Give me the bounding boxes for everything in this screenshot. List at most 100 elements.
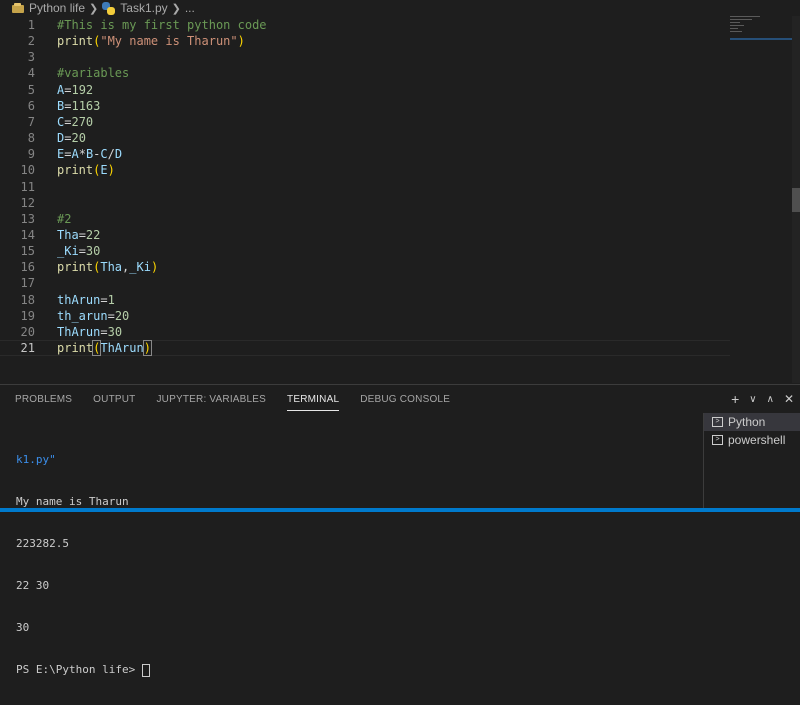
terminal-icon: >: [712, 435, 723, 445]
code-text: B=1163: [57, 98, 101, 113]
terminal-icon: >: [712, 417, 723, 427]
code-text: #2: [57, 211, 72, 226]
code-line[interactable]: 9 E=A*B-C/D: [0, 146, 730, 162]
line-number: 19: [20, 308, 35, 323]
code-line[interactable]: 8 D=20: [0, 130, 730, 146]
terminal-output[interactable]: k1.py" My name is Tharun 223282.5 22 30 …: [16, 425, 696, 705]
terminal-line: k1.py": [16, 453, 56, 466]
line-number: 18: [20, 292, 35, 307]
code-text: print("My name is Tharun"): [57, 34, 245, 49]
code-line[interactable]: 10 print(E): [0, 162, 730, 178]
code-text: D=20: [57, 131, 86, 146]
code-line[interactable]: 12: [0, 195, 730, 211]
line-number: 5: [27, 82, 35, 97]
terminal-item-powershell[interactable]: > powershell: [704, 431, 800, 449]
terminal-item-label: Python: [728, 415, 766, 429]
code-text: print(E): [57, 163, 115, 178]
breadcrumb-file[interactable]: Task1.py: [102, 1, 168, 15]
code-text: print(ThArun): [57, 340, 152, 356]
code-line[interactable]: 16 print(Tha,_Ki): [0, 259, 730, 275]
code-line[interactable]: 1 #This is my first python code: [0, 17, 730, 33]
terminal-cursor: [141, 663, 150, 677]
terminal-prompt: PS E:\Python life>: [16, 663, 142, 676]
bottom-panel: PROBLEMS OUTPUT JUPYTER: VARIABLES TERMI…: [0, 384, 800, 677]
terminal-line: 223282.5: [16, 537, 69, 550]
status-bar: [0, 508, 800, 512]
code-text: th_arun=20: [57, 308, 130, 323]
line-number: 16: [20, 260, 35, 275]
breadcrumb-folder-label: Python life: [29, 1, 86, 15]
code-line[interactable]: 13 #2: [0, 211, 730, 227]
python-file-icon: [102, 1, 116, 15]
minimap[interactable]: [730, 16, 792, 46]
breadcrumb-file-label: Task1.py: [120, 1, 168, 15]
line-number: 17: [20, 276, 35, 291]
code-line[interactable]: 6 B=1163: [0, 98, 730, 114]
line-number: 13: [20, 211, 35, 226]
line-number: 3: [27, 50, 35, 65]
tab-jupyter-variables[interactable]: JUPYTER: VARIABLES: [156, 385, 266, 415]
line-number: 15: [20, 244, 35, 259]
code-text: print(Tha,_Ki): [57, 260, 159, 275]
tab-debug-console[interactable]: DEBUG CONSOLE: [360, 385, 450, 415]
add-terminal-icon[interactable]: +: [731, 391, 739, 407]
line-number: 7: [27, 114, 35, 129]
minimap-viewport: [730, 38, 792, 40]
code-text: thArun=1: [57, 292, 115, 307]
breadcrumb-more[interactable]: ...: [185, 1, 195, 15]
terminal-line: 22 30: [16, 579, 50, 592]
code-line[interactable]: 19 th_arun=20: [0, 308, 730, 324]
code-line[interactable]: 4 #variables: [0, 65, 730, 81]
code-line[interactable]: 7 C=270: [0, 114, 730, 130]
line-number: 6: [27, 98, 35, 113]
line-number: 20: [20, 324, 35, 339]
code-line[interactable]: 20 ThArun=30: [0, 324, 730, 340]
close-panel-icon[interactable]: ✕: [784, 392, 794, 406]
terminal-line: My name is Tharun: [16, 495, 129, 508]
chevron-right-icon: ❯: [89, 2, 99, 15]
code-line[interactable]: 3: [0, 49, 730, 65]
code-text: #variables: [57, 66, 130, 81]
chevron-down-icon[interactable]: ∨: [749, 394, 756, 405]
line-number: 2: [27, 34, 35, 49]
code-line[interactable]: 21 print(ThArun): [0, 340, 730, 356]
editor-scrollbar-thumb[interactable]: [792, 188, 800, 212]
terminal-item-label: powershell: [728, 433, 786, 447]
code-text: _Ki=30: [57, 244, 101, 259]
code-line[interactable]: 15 _Ki=30: [0, 243, 730, 259]
code-text: Tha=22: [57, 227, 101, 242]
code-line[interactable]: 2 print("My name is Tharun"): [0, 33, 730, 49]
line-number: 21: [20, 341, 35, 355]
folder-icon: [12, 3, 24, 13]
line-number: 12: [20, 195, 35, 210]
maximize-panel-icon[interactable]: ∧: [767, 394, 774, 405]
code-line[interactable]: 14 Tha=22: [0, 227, 730, 243]
tab-problems[interactable]: PROBLEMS: [15, 385, 72, 415]
line-number: 9: [27, 147, 35, 162]
line-number: 14: [20, 227, 35, 242]
panel-actions: + ∨ ∧ ✕: [731, 391, 794, 407]
breadcrumb: Python life ❯ Task1.py ❯ ...: [0, 0, 800, 16]
code-text: E=A*B-C/D: [57, 147, 123, 162]
chevron-right-icon: ❯: [171, 2, 181, 15]
code-line[interactable]: 11: [0, 179, 730, 195]
line-number: 11: [20, 179, 35, 194]
code-line[interactable]: 5 A=192: [0, 82, 730, 98]
terminal-item-python[interactable]: > Python: [704, 413, 800, 431]
terminal-list: > Python > powershell: [703, 413, 800, 509]
code-editor[interactable]: 1 #This is my first python code 2 print("My…: [0, 16, 800, 383]
code-line[interactable]: 18 thArun=1: [0, 292, 730, 308]
tab-terminal[interactable]: TERMINAL: [287, 385, 340, 415]
code-text: C=270: [57, 114, 94, 129]
terminal-line: 30: [16, 621, 30, 634]
code-line[interactable]: 17: [0, 275, 730, 291]
line-number: 8: [27, 131, 35, 146]
line-number: 1: [27, 18, 35, 32]
line-number: 4: [27, 66, 35, 81]
breadcrumb-folder[interactable]: Python life: [12, 1, 85, 15]
panel-tabs: PROBLEMS OUTPUT JUPYTER: VARIABLES TERMI…: [0, 385, 471, 415]
terminal-prompt-line: PS E:\Python life>: [16, 663, 696, 677]
tab-output[interactable]: OUTPUT: [93, 385, 135, 415]
line-number: 10: [20, 163, 35, 178]
code-text: ThArun=30: [57, 324, 123, 339]
